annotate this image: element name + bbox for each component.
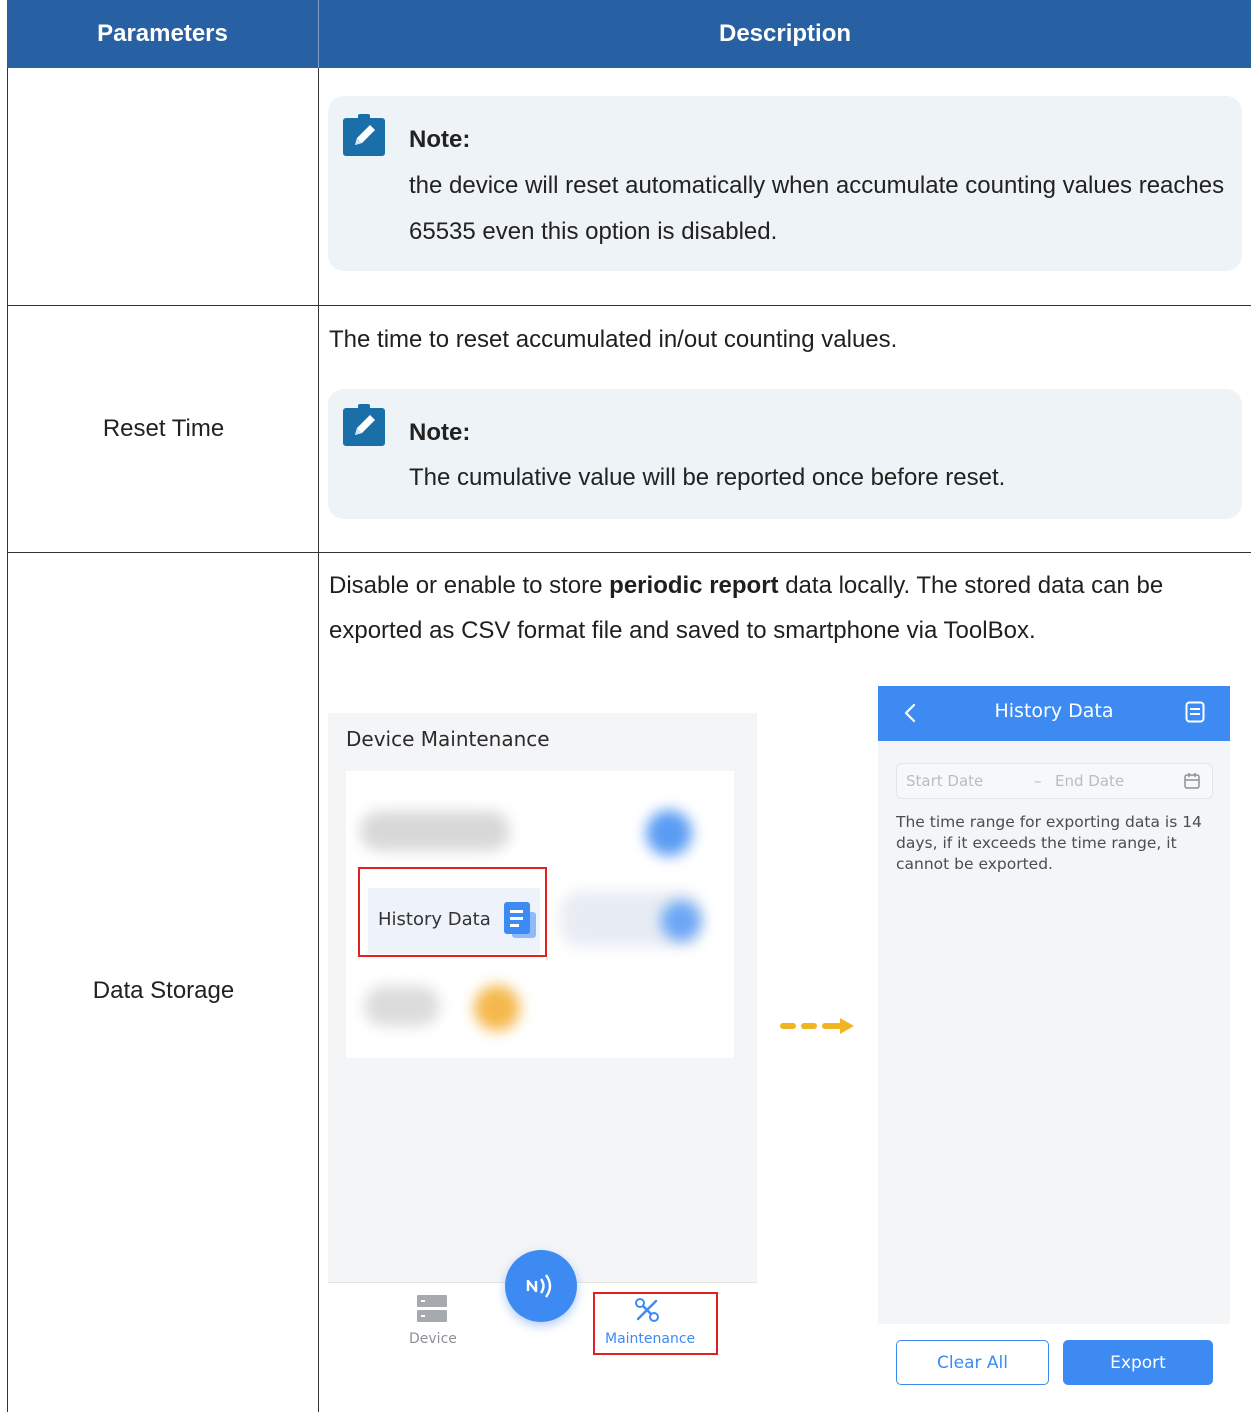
history-data-screenshot: History Data Start Date – End Date The t… — [878, 686, 1230, 1386]
action-bar: Clear All Export — [878, 1324, 1230, 1386]
note-title: Note: — [409, 419, 471, 446]
end-date-field[interactable]: End Date — [1055, 772, 1124, 790]
data-storage-description: Disable or enable to store periodic repo… — [329, 572, 1164, 644]
nfc-icon — [526, 1274, 552, 1298]
export-range-info: The time range for exporting data is 14 … — [896, 813, 1202, 873]
column-header-parameters: Parameters — [97, 20, 228, 47]
reset-time-description: The time to reset accumulated in/out cou… — [329, 326, 898, 353]
table-header: Parameters Description — [7, 0, 1251, 68]
note-text: The cumulative value will be reported on… — [409, 464, 1006, 491]
blurred-icon — [474, 985, 520, 1031]
maintenance-screenshot: Device Maintenance History Data Device M… — [328, 713, 757, 1358]
column-header-description: Description — [718, 20, 852, 47]
maintenance-title: Device Maintenance — [346, 727, 550, 751]
nfc-button[interactable] — [505, 1250, 577, 1322]
blurred-tile — [364, 986, 440, 1026]
tab-device[interactable]: Device — [409, 1331, 457, 1347]
start-date-field[interactable]: Start Date — [906, 772, 983, 790]
edit-note-icon — [343, 114, 385, 156]
edit-note-icon — [343, 404, 385, 446]
export-button[interactable]: Export — [1063, 1340, 1213, 1385]
parameter-reset-time: Reset Time — [102, 415, 225, 442]
note-box: Note: the device will reset automaticall… — [328, 96, 1242, 271]
server-icon — [417, 1295, 447, 1322]
clear-all-button[interactable]: Clear All — [896, 1340, 1049, 1385]
date-separator: – — [1034, 772, 1042, 790]
parameter-data-storage: Data Storage — [92, 976, 235, 1004]
blurred-icon — [646, 810, 692, 856]
history-data-highlight — [358, 867, 547, 957]
document-icon[interactable] — [1185, 701, 1205, 723]
arrow-right-icon — [780, 1018, 854, 1034]
date-range-picker[interactable]: Start Date – End Date — [896, 763, 1213, 799]
note-title: Note: — [409, 126, 471, 153]
note-box: Note: The cumulative value will be repor… — [328, 389, 1242, 519]
page-title: History Data — [994, 700, 1114, 722]
maintenance-tab-highlight — [593, 1292, 718, 1355]
blurred-tile — [360, 811, 510, 851]
blurred-icon — [661, 901, 701, 941]
calendar-icon[interactable] — [1184, 773, 1200, 789]
note-text: the device will reset automatically when… — [409, 172, 1225, 245]
app-header: History Data — [878, 686, 1230, 741]
